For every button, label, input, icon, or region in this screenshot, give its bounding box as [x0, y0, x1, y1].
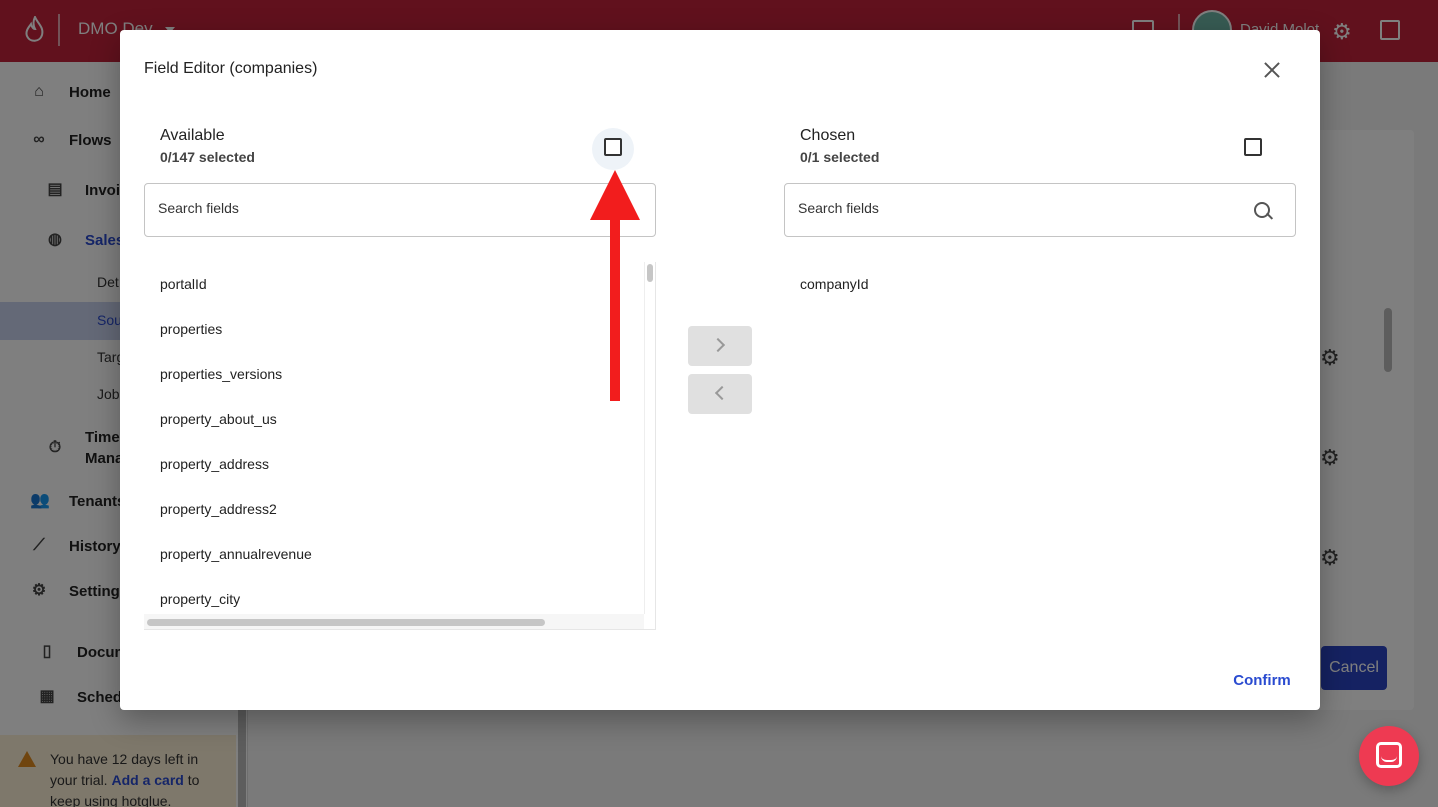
list-item[interactable]: portalId [160, 276, 207, 292]
chosen-search-box[interactable] [784, 183, 1296, 237]
list-item[interactable]: companyId [800, 276, 868, 292]
chevron-left-icon [714, 385, 730, 401]
list-item[interactable]: property_address2 [160, 501, 277, 517]
chevron-right-icon [710, 337, 726, 353]
chosen-search-input[interactable] [798, 200, 1218, 216]
chosen-count: 0/1 selected [800, 149, 880, 165]
available-count: 0/147 selected [160, 149, 255, 165]
list-item[interactable]: property_address [160, 456, 269, 472]
available-title: Available [160, 127, 225, 144]
available-vertical-scrollbar[interactable] [644, 262, 655, 614]
dialog-title: Field Editor (companies) [144, 60, 318, 77]
confirm-button[interactable]: Confirm [1220, 666, 1304, 694]
list-item[interactable]: property_city [160, 591, 240, 607]
available-search-input[interactable] [158, 200, 578, 216]
list-item[interactable]: properties_versions [160, 366, 282, 382]
list-item[interactable]: properties [160, 321, 222, 337]
available-list[interactable]: portalId properties properties_versions … [144, 262, 656, 630]
available-horizontal-scrollbar[interactable] [144, 614, 644, 629]
available-search-box[interactable] [144, 183, 656, 237]
chat-icon [1376, 742, 1402, 768]
available-select-all-checkbox[interactable] [604, 138, 622, 156]
chat-launcher-button[interactable] [1359, 726, 1419, 786]
list-item[interactable]: property_about_us [160, 411, 277, 427]
red-arrow-shaft [610, 213, 620, 401]
move-left-button[interactable] [688, 374, 752, 414]
list-item[interactable]: property_annualrevenue [160, 546, 312, 562]
move-right-button[interactable] [688, 326, 752, 366]
close-icon[interactable] [1260, 58, 1284, 82]
chosen-select-all-checkbox[interactable] [1244, 138, 1262, 156]
scrollbar-thumb[interactable] [647, 264, 653, 282]
field-editor-dialog: Field Editor (companies) Available 0/147… [120, 30, 1320, 710]
search-icon[interactable] [1253, 201, 1273, 221]
chosen-title: Chosen [800, 127, 856, 144]
scrollbar-thumb[interactable] [147, 619, 545, 626]
